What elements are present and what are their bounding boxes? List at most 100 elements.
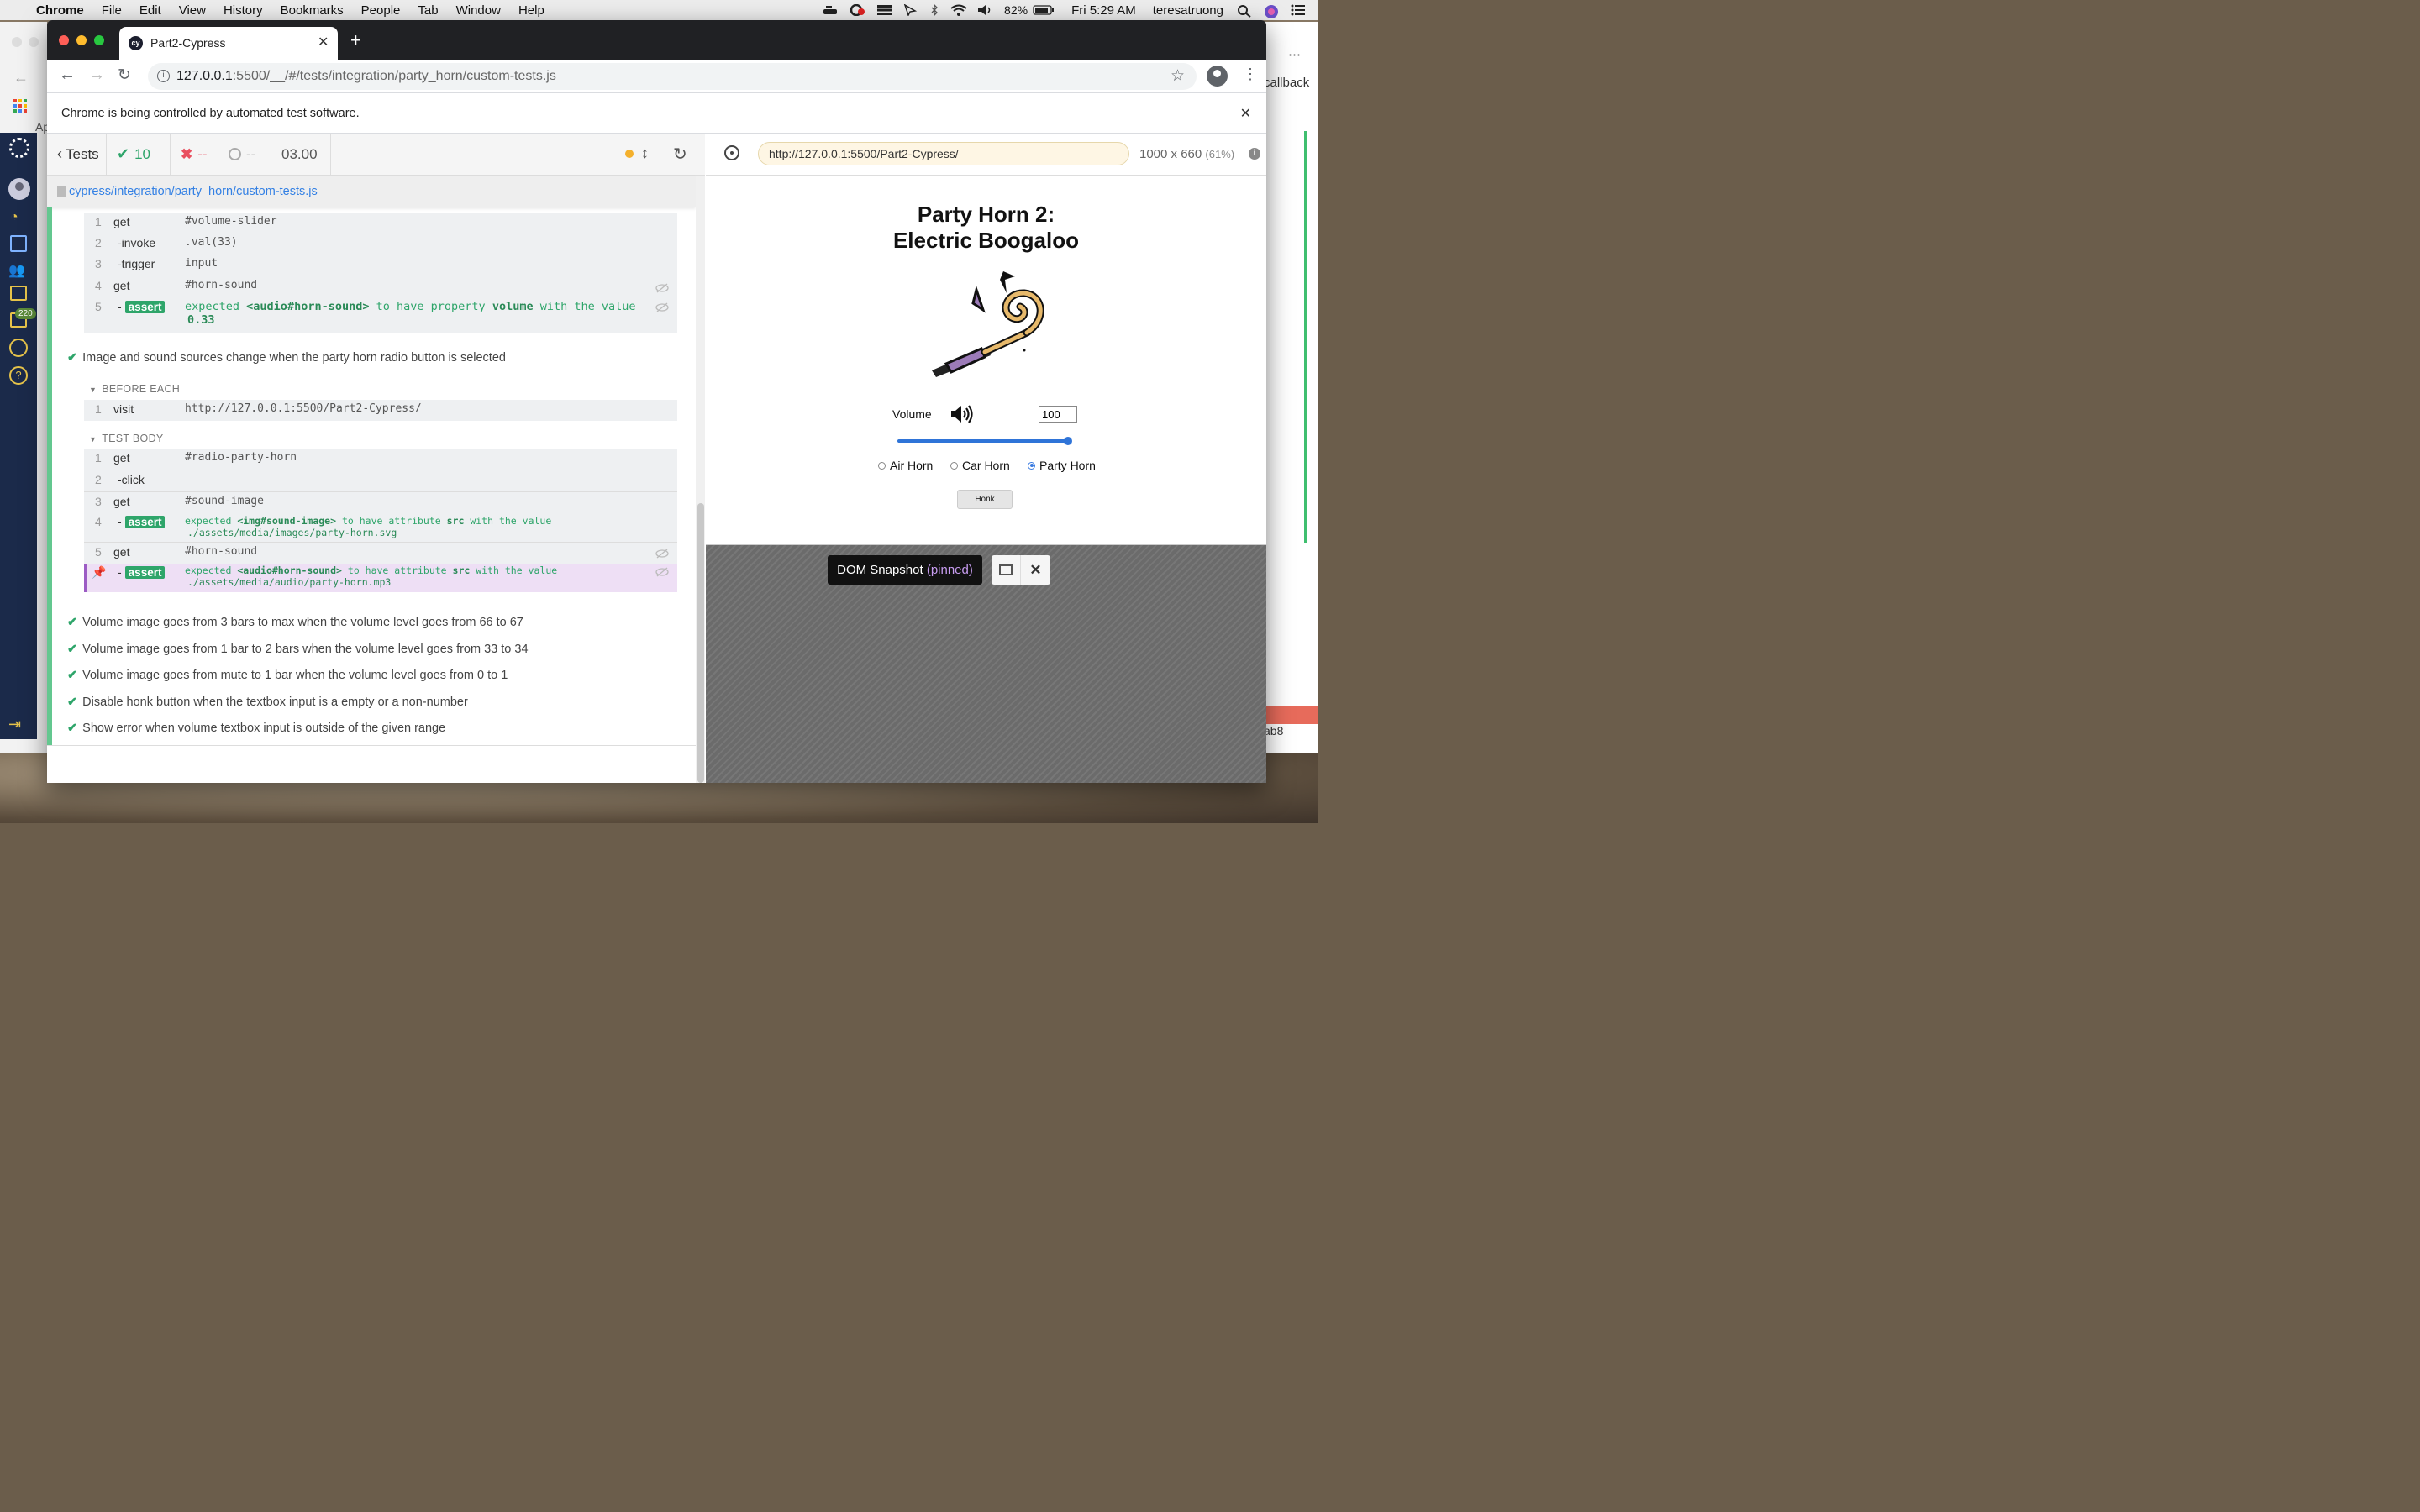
cypress-logo-icon[interactable]: [9, 138, 29, 158]
assert-property: src: [446, 515, 465, 527]
infobar-text: Chrome is being controlled by automated …: [61, 106, 360, 120]
test-title-row[interactable]: ✔ Show error when volume textbox input is…: [67, 722, 445, 735]
help-icon[interactable]: ?: [9, 366, 28, 385]
volume-menubar-icon[interactable]: [977, 4, 992, 16]
radio-label: Car Horn: [962, 459, 1010, 472]
command-row[interactable]: 3 -trigger input: [84, 257, 677, 276]
notification-center-icon[interactable]: [1291, 4, 1306, 16]
clock-icon[interactable]: [9, 339, 28, 357]
forward-icon[interactable]: →: [88, 66, 105, 85]
bookmark-star-icon[interactable]: ☆: [1171, 66, 1185, 86]
rerun-icon[interactable]: ↻: [673, 144, 687, 165]
menu-item-history[interactable]: History: [224, 3, 263, 18]
radio-button-car-horn[interactable]: [950, 461, 958, 470]
info-icon[interactable]: i: [1249, 148, 1260, 160]
command-row[interactable]: 2 -click: [84, 473, 677, 491]
reload-icon[interactable]: ↻: [118, 66, 131, 85]
test-title-row[interactable]: ✔ Volume image goes from mute to 1 bar wh…: [67, 669, 508, 682]
spec-file-path[interactable]: cypress/integration/party_horn/custom-te…: [69, 185, 318, 198]
command-row[interactable]: 5 get #horn-sound: [84, 542, 677, 564]
tests-nav-button[interactable]: ‹ Tests: [47, 133, 107, 176]
check-icon: ✔: [67, 669, 78, 682]
test-title-row[interactable]: ✔ Volume image goes from 3 bars to max wh…: [67, 616, 523, 629]
menu-item-edit[interactable]: Edit: [139, 3, 161, 18]
page-title-line2: Electric Boogaloo: [892, 228, 1080, 253]
command-row-assert[interactable]: 5 - assert expected <audio#horn-sound> to…: [84, 300, 677, 333]
hook-header-test-body[interactable]: ▼ TEST BODY: [89, 433, 164, 444]
cursor-icon[interactable]: [903, 3, 918, 17]
command-message: expected <audio#horn-sound> to have prop…: [185, 300, 636, 327]
command-row[interactable]: 1 visit http://127.0.0.1:5500/Part2-Cypr…: [84, 402, 677, 421]
selector-playground-icon[interactable]: [724, 145, 739, 160]
book-icon[interactable]: [10, 235, 27, 252]
infobar-close-icon[interactable]: ✕: [1240, 105, 1251, 122]
radio-air-horn[interactable]: Air Horn: [878, 459, 933, 472]
menu-item-file[interactable]: File: [102, 3, 122, 18]
new-tab-icon[interactable]: +: [350, 31, 361, 50]
command-row[interactable]: 1 get #volume-slider: [84, 215, 677, 234]
menu-user[interactable]: teresatruong: [1153, 3, 1223, 18]
creative-cloud-icon[interactable]: [850, 3, 865, 17]
chrome-menu-icon[interactable]: ⋮: [1243, 66, 1258, 83]
toggle-highlight-button[interactable]: [992, 555, 1021, 585]
minimize-window-button[interactable]: [76, 35, 87, 45]
test-title-row[interactable]: ✔ Disable honk button when the textbox in…: [67, 696, 468, 709]
command-row-assert[interactable]: 4 - assert expected <img#sound-image> to …: [84, 515, 677, 542]
radio-party-horn[interactable]: Party Horn: [1028, 459, 1096, 472]
back-icon[interactable]: ←: [59, 66, 76, 85]
zoom-window-button[interactable]: [94, 35, 104, 45]
unpin-snapshot-button[interactable]: ✕: [1021, 555, 1050, 585]
radio-button-air-horn[interactable]: [878, 461, 886, 470]
volume-slider-thumb[interactable]: [1064, 437, 1072, 445]
menu-item-view[interactable]: View: [179, 3, 206, 18]
runs-count-badge: 220: [15, 308, 36, 319]
menu-item-help[interactable]: Help: [518, 3, 544, 18]
spotlight-search-icon[interactable]: [1237, 4, 1252, 18]
collapse-sidebar-icon[interactable]: ⇥: [8, 716, 21, 733]
battery-icon[interactable]: [1033, 4, 1055, 16]
honk-button[interactable]: Honk: [957, 490, 1013, 509]
menu-item-bookmarks[interactable]: Bookmarks: [281, 3, 344, 18]
users-icon[interactable]: 👥: [8, 262, 25, 279]
docker-icon[interactable]: [823, 4, 838, 16]
command-row[interactable]: 1 get #radio-party-horn: [84, 451, 677, 470]
volume-slider[interactable]: [897, 431, 1072, 451]
command-row[interactable]: 2 -invoke .val(33): [84, 236, 677, 255]
stack-icon[interactable]: [876, 4, 893, 16]
menu-app-name[interactable]: Chrome: [36, 3, 84, 18]
test-title-row[interactable]: ✔ Volume image goes from 1 bar to 2 bars …: [67, 643, 529, 656]
command-row[interactable]: 3 get #sound-image: [84, 495, 677, 513]
menu-item-window[interactable]: Window: [456, 3, 501, 18]
radio-car-horn[interactable]: Car Horn: [950, 459, 1010, 472]
background-window-light: [12, 37, 22, 47]
hook-header-before-each[interactable]: ▼ BEFORE EACH: [89, 383, 180, 395]
bluetooth-icon[interactable]: [930, 3, 939, 17]
menu-item-tab[interactable]: Tab: [418, 3, 438, 18]
close-window-button[interactable]: [59, 35, 69, 45]
wifi-icon[interactable]: [950, 4, 967, 16]
siri-icon[interactable]: [1264, 4, 1279, 18]
address-bar[interactable]: i 127.0.0.1:5500/__/#/tests/integration/…: [148, 63, 1197, 90]
avatar[interactable]: [8, 178, 30, 200]
command-row[interactable]: 4 get #horn-sound: [84, 279, 677, 297]
volume-number-input[interactable]: [1039, 406, 1077, 423]
calendar-icon[interactable]: [10, 286, 27, 301]
aut-url[interactable]: http://127.0.0.1:5500/Part2-Cypress/: [758, 142, 1129, 165]
auto-scroll-icon[interactable]: ↕: [641, 144, 649, 162]
menu-clock[interactable]: Fri 5:29 AM: [1071, 3, 1136, 18]
speedometer-icon[interactable]: ◔: [10, 210, 18, 225]
test-title-row[interactable]: ✔ Image and sound sources change when the…: [67, 351, 506, 365]
radio-button-party-horn[interactable]: [1028, 461, 1035, 470]
apps-grid-icon[interactable]: [13, 99, 27, 113]
check-icon: ✔: [67, 616, 78, 629]
reporter-scrollbar-thumb[interactable]: [697, 503, 704, 783]
menu-item-people[interactable]: People: [361, 3, 401, 18]
command-group: 3 get #sound-image 4 - assert expected <i…: [84, 491, 677, 542]
background-window-toolbar: [1260, 706, 1318, 724]
assert-subject: <img#sound-image>: [237, 515, 337, 527]
tab-close-icon[interactable]: ✕: [318, 34, 329, 50]
browser-tab[interactable]: cy Part2-Cypress ✕: [119, 27, 338, 60]
profile-avatar[interactable]: [1207, 66, 1228, 87]
site-info-icon[interactable]: i: [157, 70, 170, 82]
command-row-pinned[interactable]: 📌 - assert expected <audio#horn-sound> to…: [84, 564, 677, 592]
